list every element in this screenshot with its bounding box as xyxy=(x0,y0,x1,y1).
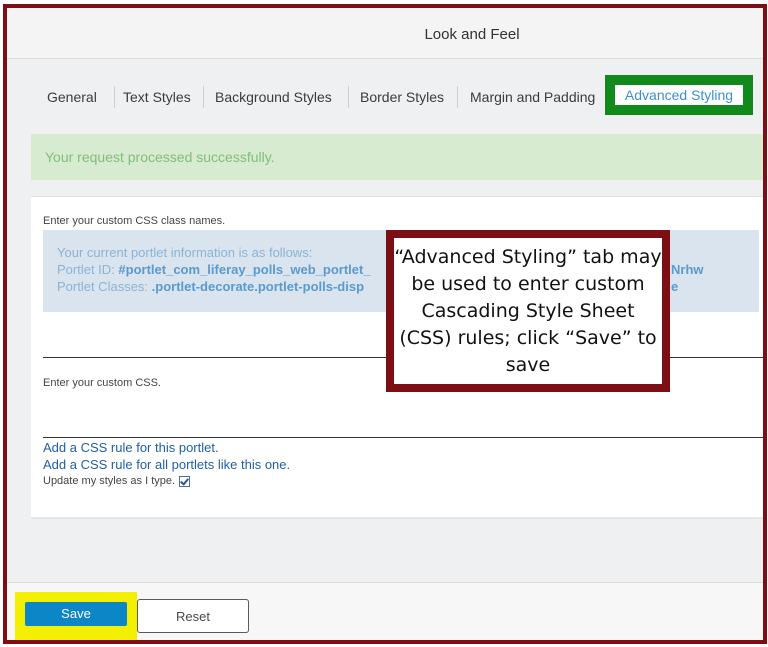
tab-advanced-styling[interactable]: Advanced Styling xyxy=(615,85,743,105)
portlet-classes-value-tail: e xyxy=(671,279,679,294)
update-styles-checkbox[interactable] xyxy=(179,475,191,487)
css-class-names-label: Enter your custom CSS class names. xyxy=(43,215,226,227)
success-alert: Your request processed successfully. xyxy=(31,134,763,180)
custom-css-input[interactable] xyxy=(43,437,763,438)
portlet-id-value-tail: Nrhw xyxy=(671,262,704,277)
save-highlight: Save xyxy=(15,592,137,640)
tab-general[interactable]: General xyxy=(47,78,97,116)
tab-divider xyxy=(114,86,115,108)
portlet-classes-value: .portlet-decorate.portlet-polls-disp xyxy=(151,279,365,294)
portlet-id-value: #portlet_com_liferay_polls_web_portlet_ xyxy=(118,262,371,277)
tab-divider xyxy=(203,86,204,108)
portlet-classes-label: Portlet Classes: xyxy=(57,279,149,294)
annotation-callout: “Advanced Styling” tab may be used to en… xyxy=(386,230,670,392)
advanced-styling-highlight: Advanced Styling xyxy=(605,75,753,115)
annotation-callout-text: “Advanced Styling” tab may be used to en… xyxy=(394,238,662,384)
reset-button[interactable]: Reset xyxy=(137,599,249,633)
tab-background-styles[interactable]: Background Styles xyxy=(215,78,332,116)
save-button[interactable]: Save xyxy=(25,602,127,626)
portlet-id-label: Portlet ID: xyxy=(57,262,115,277)
add-css-rule-this-portlet-link[interactable]: Add a CSS rule for this portlet. xyxy=(43,440,219,455)
tab-border-styles[interactable]: Border Styles xyxy=(360,78,444,116)
tab-divider xyxy=(457,86,458,108)
add-css-rule-all-portlets-link[interactable]: Add a CSS rule for all portlets like thi… xyxy=(43,457,290,472)
dialog-title: Look and Feel xyxy=(424,26,520,43)
update-styles-label: Update my styles as I type. xyxy=(43,475,176,487)
tab-text-styles[interactable]: Text Styles xyxy=(123,78,191,116)
custom-css-label: Enter your custom CSS. xyxy=(43,377,161,389)
tab-margin-and-padding[interactable]: Margin and Padding xyxy=(470,78,595,116)
tab-divider xyxy=(348,86,349,108)
update-styles-row: Update my styles as I type. xyxy=(43,475,191,487)
dialog-header: Look and Feel xyxy=(7,8,763,59)
